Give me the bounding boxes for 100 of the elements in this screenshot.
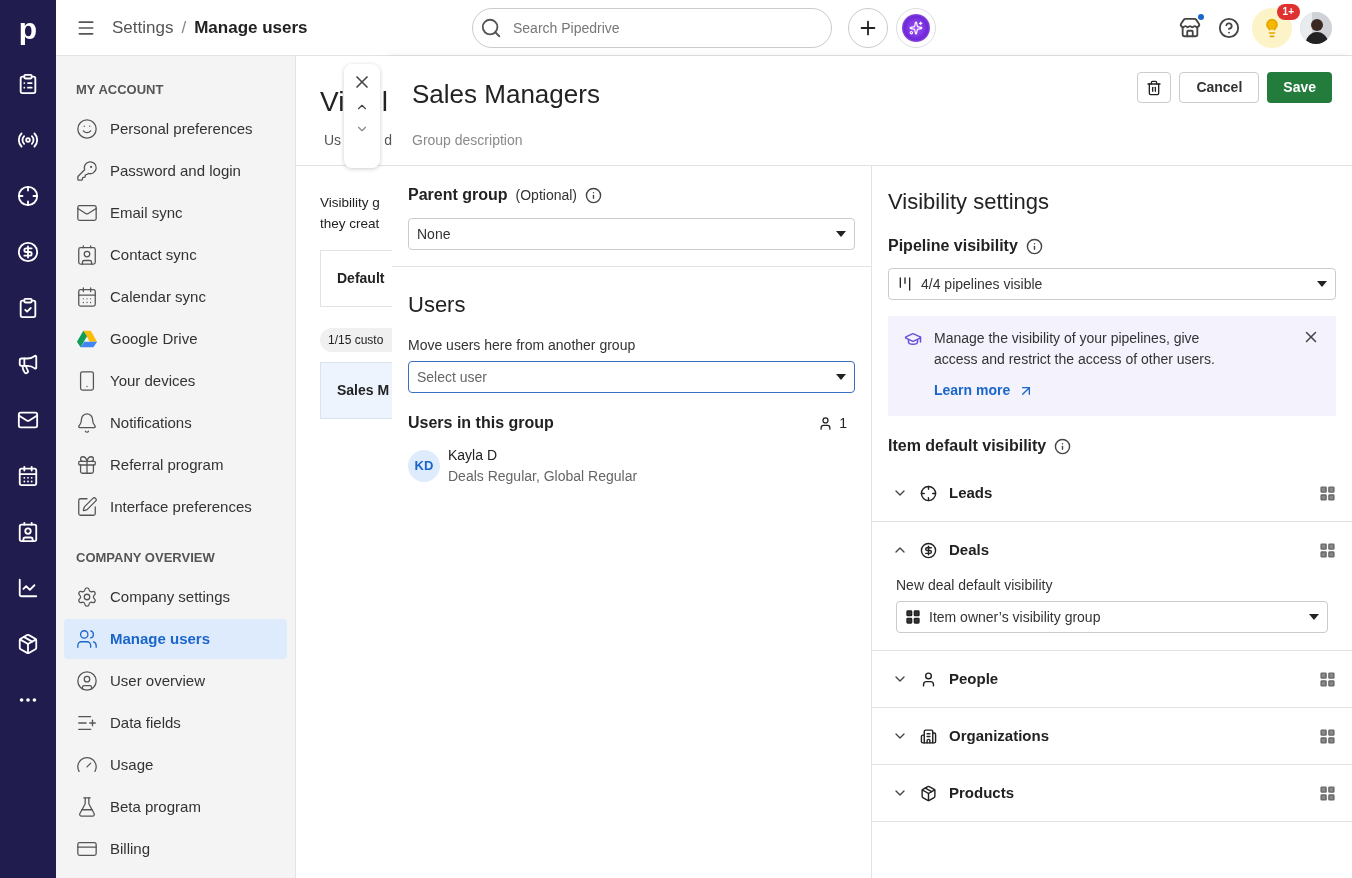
- sidebar-item[interactable]: User overview: [64, 661, 287, 701]
- sidebar-item[interactable]: Beta program: [64, 787, 287, 827]
- parent-group-select[interactable]: None: [408, 218, 855, 250]
- sparkles-icon: [909, 20, 923, 35]
- smiley-icon: [76, 118, 98, 140]
- page-title: Vi: [320, 85, 345, 116]
- sidebar-item[interactable]: Referral program: [64, 445, 287, 485]
- group-card[interactable]: Sales M: [320, 362, 392, 419]
- sidebar-item[interactable]: Google Drive: [64, 319, 287, 359]
- intro-text: Visibility g: [320, 194, 381, 212]
- notification-badge: 1+: [1276, 3, 1300, 20]
- intro-text: they creat: [320, 215, 381, 233]
- visibility-select[interactable]: Item owner’s visibility group: [896, 601, 1328, 633]
- sidebar-item[interactable]: Data fields: [64, 703, 287, 743]
- field-label: New deal default visibility: [896, 576, 1054, 595]
- mail-icon: [76, 202, 98, 224]
- user-select[interactable]: Select user: [408, 361, 855, 393]
- search-icon: [480, 16, 502, 39]
- sidebar-item[interactable]: Personal preferences: [64, 109, 287, 149]
- accordion-header[interactable]: Leads: [872, 465, 1352, 521]
- caret-icon: [1309, 614, 1319, 620]
- accordion-header[interactable]: Deals: [872, 522, 1352, 578]
- drive-icon: [76, 328, 98, 350]
- caret-icon: [836, 231, 846, 237]
- user-avatar: KD: [408, 450, 440, 482]
- contact-card-icon: [76, 244, 98, 266]
- field-label: Item default visibility: [888, 436, 1047, 456]
- section-heading: MY ACCOUNT: [75, 81, 165, 99]
- breadcrumb-item[interactable]: Settings: [112, 14, 174, 41]
- user-name: Kayla D: [448, 446, 499, 465]
- sidebar-item[interactable]: Manage users: [64, 619, 287, 659]
- section-title: Users: [408, 291, 467, 319]
- building-icon: [920, 727, 937, 745]
- tips-button[interactable]: [1252, 7, 1292, 48]
- section-heading: COMPANY OVERVIEW: [75, 549, 216, 567]
- delete-button[interactable]: [1137, 72, 1172, 103]
- gift-icon: [76, 454, 98, 476]
- grid-icon[interactable]: [1319, 484, 1336, 502]
- caret-icon: [836, 374, 846, 380]
- grid-icon[interactable]: [1319, 727, 1336, 745]
- user-roles: Deals Regular, Global Regular: [448, 467, 638, 486]
- grid-icon[interactable]: [1319, 784, 1336, 802]
- sidebar-item[interactable]: Notifications: [64, 403, 287, 443]
- dollar-icon: [920, 541, 937, 559]
- box-icon: [920, 784, 937, 802]
- sidebar-item[interactable]: Email sync: [64, 193, 287, 233]
- optional-hint: (Optional): [515, 185, 578, 205]
- list-heading: Users in this group: [408, 413, 555, 433]
- user-circle-icon: [76, 670, 98, 692]
- tab[interactable]: d: [384, 130, 392, 151]
- tab[interactable]: Us: [324, 130, 342, 151]
- users-icon: [76, 628, 98, 650]
- edit-icon: [76, 496, 98, 518]
- trash-icon: [1146, 79, 1163, 96]
- drawer-title: Sales Managers: [412, 78, 601, 111]
- pipeline-select[interactable]: 4/4 pipelines visible: [888, 268, 1336, 300]
- grid-icon[interactable]: [1319, 541, 1336, 559]
- sidebar-item[interactable]: Password and login: [64, 151, 287, 191]
- info-icon[interactable]: [1054, 437, 1072, 455]
- sidebar-item[interactable]: Your devices: [64, 361, 287, 401]
- settings-icon: [76, 586, 98, 608]
- user-count: 1: [839, 413, 847, 433]
- count-pill: 1/15 custo: [320, 328, 392, 352]
- graduation-cap-icon: [904, 330, 922, 348]
- accordion-header[interactable]: Organizations: [872, 708, 1352, 764]
- info-text: Manage the visibility of your pipelines, give access and restrict the access of other users.: [934, 329, 1216, 369]
- key-icon: [76, 160, 98, 182]
- sidebar-item[interactable]: Contact sync: [64, 235, 287, 275]
- cancel-button[interactable]: Cancel: [1179, 72, 1260, 103]
- grid-icon[interactable]: [1319, 670, 1336, 688]
- flask-icon: [76, 796, 98, 818]
- accordion-header[interactable]: People: [872, 651, 1352, 707]
- sidebar-item[interactable]: Billing: [64, 829, 287, 869]
- page-title: l: [381, 85, 388, 116]
- accordion-header[interactable]: Products: [872, 765, 1352, 821]
- breadcrumb-separator: /: [181, 16, 187, 39]
- user-icon: [920, 670, 937, 688]
- sidebar-item[interactable]: Company settings: [64, 577, 287, 617]
- sidebar-item[interactable]: Usage: [64, 745, 287, 785]
- sidebar-item[interactable]: Calendar sync: [64, 277, 287, 317]
- user-icon: [818, 415, 834, 431]
- bell-icon: [76, 412, 98, 434]
- save-button[interactable]: Save: [1267, 72, 1332, 103]
- pipeline-icon: [897, 276, 913, 292]
- info-icon[interactable]: [1025, 237, 1043, 255]
- sidebar-item[interactable]: Interface preferences: [64, 487, 287, 527]
- search-field[interactable]: Search Pipedrive: [472, 7, 832, 48]
- field-label: Move users here from another group: [408, 336, 637, 355]
- learn-more-link[interactable]: Learn more: [934, 380, 1035, 401]
- help-icon[interactable]: [1218, 16, 1240, 39]
- info-icon[interactable]: [585, 186, 603, 204]
- calendar-icon: [76, 286, 98, 308]
- target-icon: [920, 484, 937, 502]
- field-label: Parent group: [408, 185, 508, 205]
- caret-icon: [1317, 281, 1327, 287]
- description-field[interactable]: Group description: [412, 130, 712, 151]
- grid-icon: [905, 609, 921, 625]
- section-title: Visibility settings: [888, 188, 1050, 216]
- field-label: Pipeline visibility: [888, 236, 1018, 256]
- app-logo[interactable]: p: [18, 0, 38, 56]
